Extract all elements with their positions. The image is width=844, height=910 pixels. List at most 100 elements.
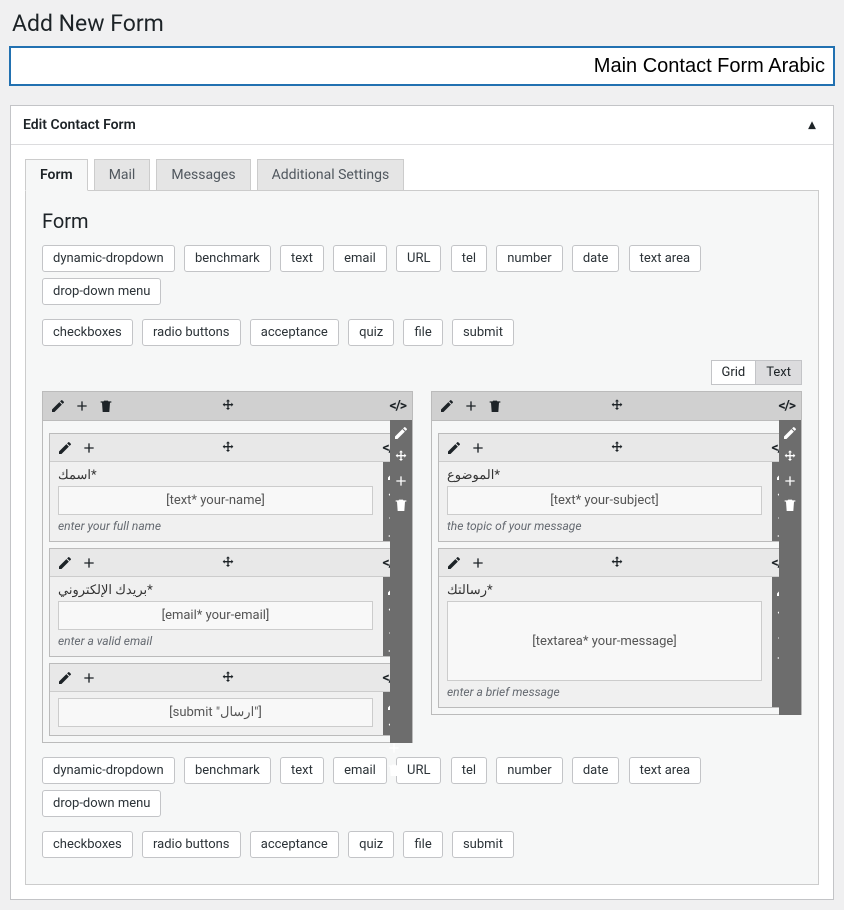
column-toolbar: </> xyxy=(431,391,802,421)
edit-icon[interactable] xyxy=(445,554,463,572)
move-icon[interactable] xyxy=(219,669,237,687)
edit-form-panel: Edit Contact Form ▴ Form Mail Messages A… xyxy=(10,105,834,900)
tag-tel[interactable]: tel xyxy=(451,245,487,272)
tag-dynamic-dropdown[interactable]: dynamic-dropdown xyxy=(42,757,175,784)
add-icon[interactable] xyxy=(80,554,98,572)
tag-quiz[interactable]: quiz xyxy=(348,831,394,858)
field-label: بريدك الإلكتروني* xyxy=(58,583,373,598)
field-shortcode-preview[interactable]: [text* your-subject] xyxy=(447,486,762,515)
edit-icon[interactable] xyxy=(49,397,67,415)
tag-benchmark[interactable]: benchmark xyxy=(184,245,271,272)
edit-icon[interactable] xyxy=(56,669,74,687)
add-icon[interactable] xyxy=(392,472,410,490)
form-field: </> [submit "ارسال"] xyxy=(49,663,406,736)
field-shortcode-preview[interactable]: [text* your-name] xyxy=(58,486,373,515)
field-label: اسمك* xyxy=(58,468,373,483)
trash-icon[interactable] xyxy=(486,397,504,415)
edit-icon[interactable] xyxy=(56,554,74,572)
add-icon[interactable] xyxy=(469,439,487,457)
column-body: </> اسمك* [text* your-name] enter your f… xyxy=(42,421,413,743)
collapse-icon[interactable]: ▴ xyxy=(803,116,821,134)
panel-heading-text: Edit Contact Form xyxy=(23,117,136,133)
tag-date[interactable]: date xyxy=(572,757,620,784)
tag-file[interactable]: file xyxy=(403,831,442,858)
column-toolbar: </> xyxy=(42,391,413,421)
tag-dropdown[interactable]: drop-down menu xyxy=(42,790,161,817)
edit-icon[interactable] xyxy=(438,397,456,415)
tag-url[interactable]: URL xyxy=(396,245,441,272)
move-icon[interactable] xyxy=(219,439,237,457)
tag-textarea[interactable]: text area xyxy=(629,757,701,784)
tab-messages[interactable]: Messages xyxy=(156,159,250,190)
panel-header[interactable]: Edit Contact Form ▴ xyxy=(11,106,833,145)
tag-textarea[interactable]: text area xyxy=(629,245,701,272)
view-text-button[interactable]: Text xyxy=(755,360,802,385)
field-toolbar: </> xyxy=(50,549,405,577)
field-shortcode-preview[interactable]: [email* your-email] xyxy=(58,601,373,630)
tag-quiz[interactable]: quiz xyxy=(348,319,394,346)
tag-dropdown[interactable]: drop-down menu xyxy=(42,278,161,305)
trash-icon[interactable] xyxy=(781,496,799,514)
edit-icon[interactable] xyxy=(392,424,410,442)
view-grid-button[interactable]: Grid xyxy=(711,360,757,385)
tag-number[interactable]: number xyxy=(496,757,562,784)
edit-icon[interactable] xyxy=(781,424,799,442)
trash-icon[interactable] xyxy=(97,397,115,415)
trash-icon[interactable] xyxy=(392,496,410,514)
tab-additional-settings[interactable]: Additional Settings xyxy=(257,159,405,190)
tag-text[interactable]: text xyxy=(280,757,324,784)
edit-icon[interactable] xyxy=(445,439,463,457)
move-icon[interactable] xyxy=(219,397,237,415)
tag-acceptance[interactable]: acceptance xyxy=(250,319,339,346)
page-title: Add New Form xyxy=(12,10,834,37)
move-icon[interactable] xyxy=(392,448,410,466)
move-icon[interactable] xyxy=(781,448,799,466)
field-description: enter a brief message xyxy=(447,685,762,699)
add-icon[interactable] xyxy=(73,397,91,415)
form-column: </> </> الموضوع* [text* your-subject] th… xyxy=(431,391,802,743)
form-field: </> اسمك* [text* your-name] enter your f… xyxy=(49,433,406,542)
tag-number[interactable]: number xyxy=(496,245,562,272)
field-description: enter a valid email xyxy=(58,634,373,648)
move-icon[interactable] xyxy=(608,439,626,457)
add-icon[interactable] xyxy=(462,397,480,415)
tag-radio[interactable]: radio buttons xyxy=(142,831,241,858)
add-icon[interactable] xyxy=(781,472,799,490)
form-title-input[interactable] xyxy=(10,47,834,85)
tag-text[interactable]: text xyxy=(280,245,324,272)
move-icon[interactable] xyxy=(219,554,237,572)
form-field: </> بريدك الإلكتروني* [email* your-email… xyxy=(49,548,406,657)
tag-submit[interactable]: submit xyxy=(452,831,514,858)
form-column: </> </> اسمك* [text* your-name] enter yo… xyxy=(42,391,413,743)
tag-email[interactable]: email xyxy=(333,245,387,272)
tag-checkboxes[interactable]: checkboxes xyxy=(42,319,133,346)
tag-date[interactable]: date xyxy=(572,245,620,272)
edit-icon[interactable] xyxy=(56,439,74,457)
code-icon[interactable]: </> xyxy=(778,398,795,414)
tag-dynamic-dropdown[interactable]: dynamic-dropdown xyxy=(42,245,175,272)
add-icon[interactable] xyxy=(80,439,98,457)
move-icon[interactable] xyxy=(608,397,626,415)
tag-submit[interactable]: submit xyxy=(452,319,514,346)
add-icon[interactable] xyxy=(80,669,98,687)
tag-tel[interactable]: tel xyxy=(451,757,487,784)
tag-file[interactable]: file xyxy=(403,319,442,346)
field-toolbar: </> xyxy=(50,434,405,462)
field-shortcode-preview[interactable]: [submit "ارسال"] xyxy=(58,698,373,727)
field-shortcode-preview[interactable]: [textarea* your-message] xyxy=(447,601,762,681)
tag-radio[interactable]: radio buttons xyxy=(142,319,241,346)
tag-benchmark[interactable]: benchmark xyxy=(184,757,271,784)
field-side-controls xyxy=(390,420,412,743)
tab-mail[interactable]: Mail xyxy=(94,159,151,190)
field-toolbar: </> xyxy=(439,549,794,577)
add-icon[interactable] xyxy=(469,554,487,572)
code-icon[interactable]: </> xyxy=(389,398,406,414)
tab-form[interactable]: Form xyxy=(25,159,88,191)
trash-icon[interactable] xyxy=(385,762,403,778)
tag-email[interactable]: email xyxy=(333,757,387,784)
move-icon[interactable] xyxy=(608,554,626,572)
tag-checkboxes[interactable]: checkboxes xyxy=(42,831,133,858)
tag-acceptance[interactable]: acceptance xyxy=(250,831,339,858)
form-field: </> الموضوع* [text* your-subject] the to… xyxy=(438,433,795,542)
section-heading: Form xyxy=(38,209,806,233)
